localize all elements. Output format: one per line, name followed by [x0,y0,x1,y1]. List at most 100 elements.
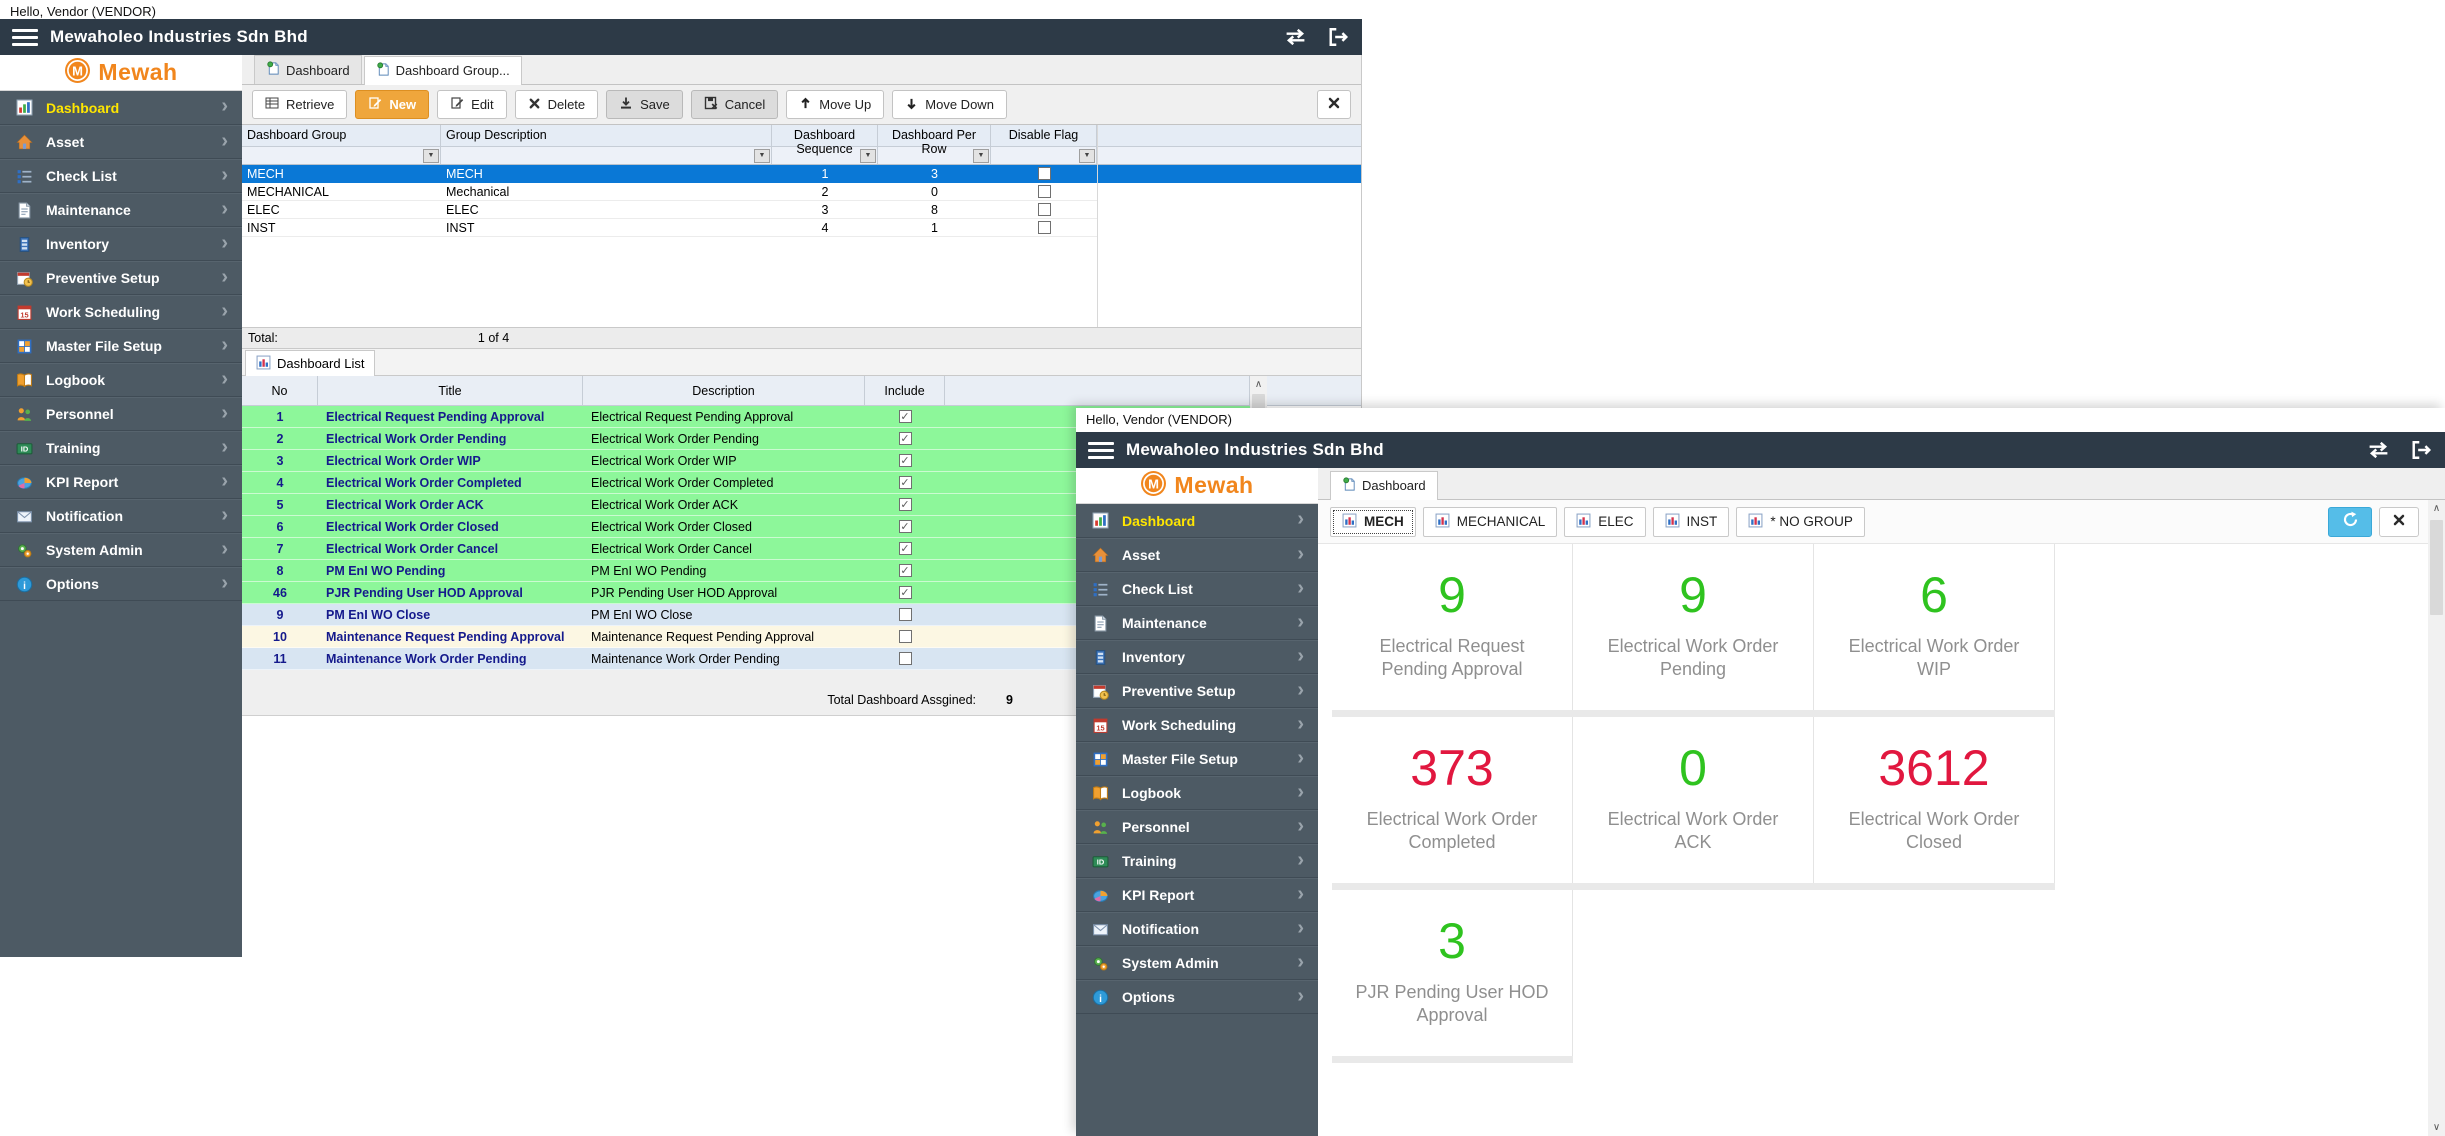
sidebar-item-logbook[interactable]: Logbook › [1076,776,1318,810]
sidebar-item-dashboard[interactable]: Dashboard › [1076,504,1318,538]
group-button-mech[interactable]: MECH [1330,507,1416,537]
filter-dropdown-icon[interactable]: ▼ [423,149,439,163]
sidebar-item-asset[interactable]: Asset › [0,125,242,159]
filter-dropdown-icon[interactable]: ▼ [973,149,989,163]
include-checkbox[interactable]: ✓ [899,454,912,467]
sidebar-item-training[interactable]: ID Training › [1076,844,1318,878]
sidebar-item-maintenance[interactable]: Maintenance › [0,193,242,227]
sub-tab-strip: Dashboard List [242,349,1361,376]
greeting-text: Hello, Vendor (VENDOR) [1076,408,2445,432]
include-checkbox[interactable] [899,652,912,665]
sidebar-item-system-admin[interactable]: System Admin › [1076,946,1318,980]
menu-icon[interactable] [1088,438,1114,463]
cancel-button[interactable]: Cancel [691,90,778,119]
move-up-button[interactable]: Move Up [786,90,884,119]
include-checkbox[interactable]: ✓ [899,432,912,445]
tab-dashboard-list[interactable]: Dashboard List [245,350,375,376]
group-row-mechanical[interactable]: MECHANICAL Mechanical 2 0 [242,183,1097,201]
sidebar-item-options[interactable]: i Options › [0,567,242,601]
scroll-up-icon[interactable]: ∧ [2428,500,2445,517]
include-checkbox[interactable]: ✓ [899,476,912,489]
move-down-button[interactable]: Move Down [892,90,1007,119]
sidebar-item-check-list[interactable]: Check List › [1076,572,1318,606]
column-header-group-description[interactable]: Group Description [441,125,772,146]
include-checkbox[interactable]: ✓ [899,564,912,577]
sidebar-item-master-file-setup[interactable]: Master File Setup › [0,329,242,363]
swap-user-icon[interactable] [2365,440,2392,460]
scroll-up-icon[interactable]: ∧ [1250,376,1267,393]
sidebar-item-maintenance[interactable]: Maintenance › [1076,606,1318,640]
sidebar-item-work-scheduling[interactable]: 15 Work Scheduling › [1076,708,1318,742]
sidebar-item-preventive-setup[interactable]: Preventive Setup › [0,261,242,295]
personnel-icon [1090,819,1110,836]
sidebar-item-work-scheduling[interactable]: 15 Work Scheduling › [0,295,242,329]
sidebar-item-logbook[interactable]: Logbook › [0,363,242,397]
sidebar-item-personnel[interactable]: Personnel › [0,397,242,431]
include-checkbox[interactable]: ✓ [899,520,912,533]
include-checkbox[interactable] [899,630,912,643]
sidebar-item-dashboard[interactable]: Dashboard › [0,91,242,125]
column-header-include[interactable]: Include [865,376,945,405]
logout-icon[interactable] [1327,27,1350,47]
column-header-description[interactable]: Description [583,376,865,405]
group-button-elec[interactable]: ELEC [1564,507,1645,537]
column-header-disable-flag[interactable]: Disable Flag [991,125,1097,146]
scrollbar-thumb[interactable] [2430,520,2443,615]
sidebar-item-kpi-report[interactable]: KPI Report › [0,465,242,499]
sidebar-item-options[interactable]: i Options › [1076,980,1318,1014]
sidebar-item-personnel[interactable]: Personnel › [1076,810,1318,844]
sidebar-item-check-list[interactable]: Check List › [0,159,242,193]
group-button-mechanical[interactable]: MECHANICAL [1423,507,1558,537]
close-dashboard-button[interactable] [2379,507,2419,537]
logout-icon[interactable] [2410,440,2433,460]
disable-flag-checkbox[interactable] [1038,221,1051,234]
sidebar-item-inventory[interactable]: Inventory › [1076,640,1318,674]
sidebar-item-notification[interactable]: Notification › [1076,912,1318,946]
sidebar-item-notification[interactable]: Notification › [0,499,242,533]
sidebar-item-training[interactable]: ID Training › [0,431,242,465]
column-header-dashboard-sequence[interactable]: Dashboard Sequence [772,125,878,146]
tab-dashboard[interactable]: Dashboard [254,55,362,84]
scroll-down-icon[interactable]: ∨ [2428,1119,2445,1136]
sidebar-item-master-file-setup[interactable]: Master File Setup › [1076,742,1318,776]
dashboard-scrollbar[interactable]: ∧ ∨ [2428,500,2445,1136]
include-checkbox[interactable]: ✓ [899,498,912,511]
group-row-inst[interactable]: INST INST 4 1 [242,219,1097,237]
delete-button[interactable]: Delete [515,90,599,119]
sidebar-item-kpi-report[interactable]: KPI Report › [1076,878,1318,912]
new-button[interactable]: New [355,90,429,119]
chevron-right-icon: › [221,471,228,494]
group-row-elec[interactable]: ELEC ELEC 3 8 [242,201,1097,219]
include-checkbox[interactable]: ✓ [899,542,912,555]
sidebar-item-system-admin[interactable]: System Admin › [0,533,242,567]
sidebar-item-preventive-setup[interactable]: Preventive Setup › [1076,674,1318,708]
include-checkbox[interactable] [899,608,912,621]
edit-button[interactable]: Edit [437,90,506,119]
sidebar-item-inventory[interactable]: Inventory › [0,227,242,261]
retrieve-button[interactable]: Retrieve [252,90,347,119]
inventory-icon [1090,649,1110,666]
column-header-no[interactable]: No [242,376,318,405]
column-header-title[interactable]: Title [318,376,583,405]
filter-dropdown-icon[interactable]: ▼ [860,149,876,163]
swap-user-icon[interactable] [1282,27,1309,47]
disable-flag-checkbox[interactable] [1038,203,1051,216]
group-button-inst[interactable]: INST [1653,507,1730,537]
disable-flag-checkbox[interactable] [1038,185,1051,198]
save-button[interactable]: Save [606,90,683,119]
include-checkbox[interactable]: ✓ [899,586,912,599]
menu-icon[interactable] [12,25,38,50]
refresh-button[interactable] [2328,507,2372,537]
column-header-dashboard-group[interactable]: Dashboard Group [242,125,441,146]
filter-dropdown-icon[interactable]: ▼ [754,149,770,163]
include-checkbox[interactable]: ✓ [899,410,912,423]
tab-dashboard-group[interactable]: Dashboard Group... [364,56,522,85]
disable-flag-checkbox[interactable] [1038,167,1051,180]
tab-dashboard[interactable]: Dashboard [1330,471,1438,500]
column-header-dashboard-per-row[interactable]: Dashboard Per Row [878,125,991,146]
sidebar-item-asset[interactable]: Asset › [1076,538,1318,572]
group-button-no-group[interactable]: * NO GROUP [1736,507,1865,537]
close-panel-button[interactable] [1317,90,1351,119]
group-row-mech[interactable]: MECH MECH 1 3 [242,165,1361,183]
filter-dropdown-icon[interactable]: ▼ [1079,149,1095,163]
